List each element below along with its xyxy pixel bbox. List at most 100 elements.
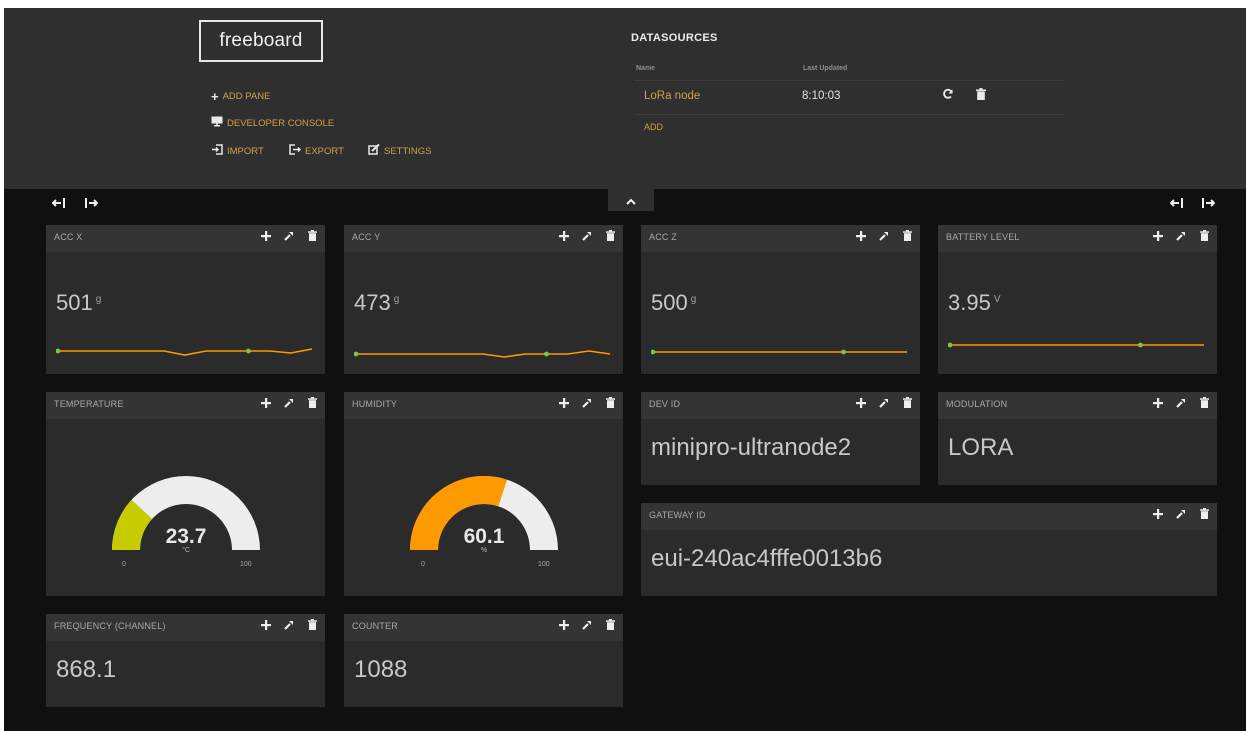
- plus-icon[interactable]: [1153, 397, 1163, 411]
- value-text: 3.95: [948, 290, 991, 315]
- trash-icon[interactable]: [976, 88, 986, 103]
- datasources-divider: [634, 80, 1064, 81]
- pane-title: COUNTER: [352, 621, 398, 631]
- plus-icon[interactable]: [559, 397, 569, 411]
- sparkline: [354, 350, 611, 358]
- sparkline-point: [841, 349, 846, 355]
- import-button[interactable]: IMPORT: [211, 144, 264, 158]
- datasources-title: DATASOURCES: [631, 32, 718, 44]
- plus-icon[interactable]: [1153, 508, 1163, 522]
- datasources-col-name: Name: [636, 65, 656, 72]
- add-datasource-button[interactable]: ADD: [644, 122, 663, 132]
- pane-title: TEMPERATURE: [54, 399, 124, 409]
- developer-console-button[interactable]: DEVELOPER CONSOLE: [211, 116, 334, 130]
- plus-icon[interactable]: [261, 619, 271, 633]
- pane-header: ACC X: [46, 225, 325, 252]
- pane-title: ACC X: [54, 232, 83, 242]
- trash-icon[interactable]: [307, 397, 317, 411]
- wrench-icon[interactable]: [582, 619, 592, 633]
- trash-icon[interactable]: [605, 397, 615, 411]
- widget-value: 500 g: [651, 290, 696, 316]
- wrench-icon[interactable]: [284, 619, 294, 633]
- trash-icon[interactable]: [902, 230, 912, 244]
- plus-icon[interactable]: [559, 230, 569, 244]
- pane-tools: [559, 230, 615, 244]
- value-text: 501: [56, 290, 93, 315]
- pane-header: DEV ID: [641, 392, 920, 419]
- wrench-icon[interactable]: [284, 397, 294, 411]
- gauge-unit: °C: [182, 547, 190, 554]
- pane-title: BATTERY LEVEL: [946, 232, 1020, 242]
- trash-icon[interactable]: [902, 397, 912, 411]
- plus-icon[interactable]: [1153, 230, 1163, 244]
- plus-icon[interactable]: [856, 230, 866, 244]
- gauge-value: 23.7: [165, 525, 207, 548]
- value-text: 500: [651, 290, 688, 315]
- wrench-icon[interactable]: [1176, 508, 1186, 522]
- plus-icon[interactable]: [261, 397, 271, 411]
- collapse-header-button[interactable]: [608, 189, 654, 211]
- trash-icon[interactable]: [307, 230, 317, 244]
- trash-icon[interactable]: [1199, 397, 1209, 411]
- pane-header: TEMPERATURE: [46, 392, 325, 419]
- pane-tools: [1153, 230, 1209, 244]
- import-label: IMPORT: [227, 145, 264, 157]
- settings-button[interactable]: SETTINGS: [368, 143, 432, 158]
- developer-console-label: DEVELOPER CONSOLE: [227, 117, 335, 129]
- trash-icon[interactable]: [605, 230, 615, 244]
- gauge-min: 0: [122, 561, 126, 568]
- grow-columns-left-icon[interactable]: [84, 197, 99, 212]
- text-widget-value: 1088: [354, 656, 408, 683]
- settings-label: SETTINGS: [384, 145, 432, 157]
- plus-icon[interactable]: [559, 619, 569, 633]
- wrench-icon[interactable]: [879, 230, 889, 244]
- unit-text: g: [690, 294, 697, 305]
- plus-icon[interactable]: [856, 397, 866, 411]
- refresh-icon[interactable]: [942, 88, 954, 103]
- unit-text: g: [393, 294, 400, 305]
- import-icon: [211, 144, 223, 158]
- pane-tools: [856, 230, 912, 244]
- wrench-icon[interactable]: [582, 397, 592, 411]
- sparkline-point: [948, 342, 953, 348]
- wrench-icon[interactable]: [879, 397, 889, 411]
- logo: freeboard: [199, 20, 323, 62]
- sparkline-point: [544, 351, 549, 357]
- export-button[interactable]: EXPORT: [289, 144, 344, 158]
- pane-header: COUNTER: [344, 614, 623, 641]
- pane-modulation: MODULATION LORA: [938, 392, 1217, 485]
- wrench-icon[interactable]: [284, 230, 294, 244]
- wrench-icon[interactable]: [1176, 230, 1186, 244]
- plus-icon[interactable]: [261, 230, 271, 244]
- export-icon: [289, 144, 302, 158]
- trash-icon[interactable]: [605, 619, 615, 633]
- sparkline-point: [651, 349, 656, 355]
- value-text: 473: [354, 290, 391, 315]
- wrench-icon[interactable]: [582, 230, 592, 244]
- sparkline-path: [356, 350, 611, 358]
- pane-header: GATEWAY ID: [641, 503, 1217, 530]
- pane-tools: [261, 397, 317, 411]
- pane-acc-x: ACC X 501 g: [46, 225, 325, 374]
- pane-gateway-id: GATEWAY ID eui-240ac4fffe0013b6: [641, 503, 1217, 596]
- sparkline-point: [354, 351, 359, 357]
- pane-title: MODULATION: [946, 399, 1008, 409]
- header-panel: freeboard + ADD PANE DEVELOPER CONSOLE I…: [4, 8, 1246, 189]
- shrink-columns-left-icon[interactable]: [51, 197, 66, 212]
- trash-icon[interactable]: [1199, 508, 1209, 522]
- sparkline-point: [56, 348, 61, 354]
- gauge-max: 100: [538, 561, 550, 568]
- shrink-columns-right-icon[interactable]: [1169, 197, 1184, 212]
- trash-icon[interactable]: [307, 619, 317, 633]
- pane-title: DEV ID: [649, 399, 681, 409]
- wrench-icon[interactable]: [1176, 397, 1186, 411]
- add-pane-button[interactable]: + ADD PANE: [211, 89, 270, 104]
- pane-tools: [559, 397, 615, 411]
- monitor-icon: [211, 116, 223, 130]
- datasource-name[interactable]: LoRa node: [644, 90, 700, 102]
- pane-title: ACC Y: [352, 232, 381, 242]
- pane-tools: [559, 619, 615, 633]
- trash-icon[interactable]: [1199, 230, 1209, 244]
- grow-columns-right-icon[interactable]: [1201, 197, 1216, 212]
- export-label: EXPORT: [305, 145, 344, 157]
